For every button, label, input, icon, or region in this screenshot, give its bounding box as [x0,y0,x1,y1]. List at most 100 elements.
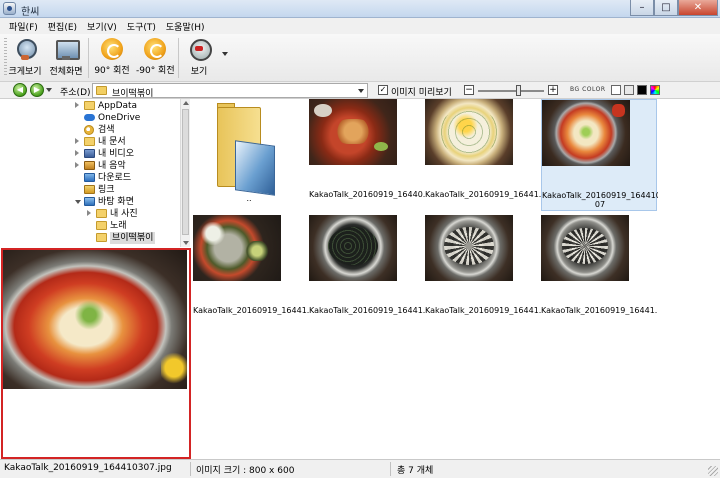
tree-item-label: 내 음악 [98,161,126,171]
zoom-in-button[interactable]: + [548,85,558,95]
tree-item[interactable]: 내 비디오 [0,148,180,160]
zoom-view-button[interactable]: 크게보기 [8,37,42,79]
slider-knob[interactable] [515,85,521,96]
download-icon [84,173,95,182]
toolbar-grip[interactable] [4,38,7,76]
tree-item-label: AppData [98,101,138,111]
window-controls: – □ ✕ [630,0,718,17]
bg-swatch-white[interactable] [611,85,621,95]
thumbnail-image [309,215,397,281]
history-dropdown-icon[interactable] [46,88,52,92]
thumbnail-item[interactable]: KakaoTalk_20160919_16441... [541,215,657,327]
scroll-thumb[interactable] [182,109,189,235]
image-preview-checkbox[interactable]: ✓ [378,85,388,95]
collapsed-arrow-icon[interactable] [87,210,91,216]
tree-item[interactable]: 링크 [0,184,180,196]
scroll-up-icon[interactable] [183,101,189,105]
folder-icon [217,103,275,196]
bg-swatch-black[interactable] [637,85,647,95]
thumbnail-image [425,99,513,165]
thumbnail-item[interactable]: KakaoTalk_20160919_16441... [425,215,541,327]
status-image-size: 이미지 크기 : 800 x 600 [196,466,295,476]
thumbnail-item[interactable]: KakaoTalk_20160919_16441... [425,99,541,211]
tree-item[interactable]: 검색 [0,124,180,136]
title-bar: 한씨 – □ ✕ [0,0,720,18]
bg-swatch-gray[interactable] [624,85,634,95]
address-value: 브이떡볶이 [112,89,154,99]
back-button[interactable]: ◀ [13,83,27,97]
video-icon [84,149,95,158]
tree-item[interactable]: AppData [0,100,180,112]
collapsed-arrow-icon[interactable] [75,150,79,156]
thumbnail-caption: KakaoTalk_20160919_16440... [309,190,425,199]
resize-grip-icon[interactable] [708,466,718,476]
thumbnail-parent-folder[interactable]: .. [191,99,307,211]
tree-item[interactable]: 브이떡볶이 [0,232,180,244]
tree-item-label: 노래 [110,221,127,231]
rotate-cw-label: 90° 회전 [94,66,130,76]
desktop-icon [84,197,95,206]
collapsed-arrow-icon[interactable] [75,138,79,144]
status-separator [190,462,191,476]
thumbnail-item[interactable]: KakaoTalk_20160919_16441... [193,215,309,327]
view-label: 보기 [190,67,208,77]
thumbnail-caption: .. [246,194,252,203]
link-icon [84,185,95,194]
fullscreen-icon [53,37,80,61]
close-button[interactable]: ✕ [678,0,718,16]
menu-edit[interactable]: 편집(E) [43,18,82,34]
expanded-arrow-icon[interactable] [75,200,81,204]
toolbar-separator [88,38,89,78]
thumbnail-item[interactable]: KakaoTalk_20160919_16440... [309,99,425,211]
tree-scrollbar[interactable] [180,99,190,247]
zoom-view-label: 크게보기 [8,67,42,77]
view-dropdown-arrow-icon[interactable] [222,52,228,56]
tree-item[interactable]: 내 사진 [0,208,180,220]
forward-button[interactable]: ▶ [30,83,44,97]
tree-item[interactable]: 바탕 화면 [0,196,180,208]
thumbnail-size-slider[interactable] [478,90,544,92]
collapsed-arrow-icon[interactable] [75,162,79,168]
tree-item[interactable]: 다운로드 [0,172,180,184]
image-preview-label: 이미지 미리보기 [391,88,452,98]
address-combobox[interactable]: 브이떡볶이 [92,83,368,99]
tree-item[interactable]: OneDrive [0,112,180,124]
view-button[interactable]: 보기 [184,37,214,79]
toolbar-separator [178,38,179,78]
bg-swatch-custom[interactable] [650,85,660,95]
menu-help[interactable]: 도움말(H) [161,18,210,34]
music-icon [84,161,95,170]
fullscreen-button[interactable]: 전체화면 [48,37,84,79]
collapsed-arrow-icon[interactable] [75,102,79,108]
tree-item-label: 링크 [98,185,115,195]
rotate-cw-button[interactable]: 90° 회전 [94,37,130,79]
thumbnail-caption: KakaoTalk_20160919_16441... [541,306,657,315]
view-icon [186,37,212,61]
minimize-button[interactable]: – [630,0,654,16]
cloud-icon [84,114,95,121]
rotate-ccw-button[interactable]: -90° 회전 [136,37,175,79]
search-icon [84,125,94,135]
menu-view[interactable]: 보기(V) [82,18,122,34]
thumbnail-item[interactable]: KakaoTalk_20160919_16441... [309,215,425,327]
thumbnail-item-selected[interactable]: KakaoTalk_20160919_1644103 07 [541,99,658,211]
status-bar: KakaoTalk_20160919_164410307.jpg 이미지 크기 … [0,459,720,478]
folder-icon [96,221,107,230]
toolbar: 크게보기 전체화면 90° 회전 -90° 회전 보기 [0,34,720,82]
scroll-down-icon[interactable] [183,241,189,245]
fullscreen-label: 전체화면 [49,67,83,77]
maximize-button[interactable]: □ [654,0,678,16]
thumbnail-caption: KakaoTalk_20160919_16441... [193,306,309,315]
folder-icon [96,233,107,242]
address-label: 주소(D) [60,88,91,98]
tree-item[interactable]: 내 음악 [0,160,180,172]
menu-tools[interactable]: 도구(T) [122,18,161,34]
menu-file[interactable]: 파일(F) [4,18,43,34]
tree-item[interactable]: 내 문서 [0,136,180,148]
zoom-out-button[interactable]: − [464,85,474,95]
tree-item-label: 바탕 화면 [98,197,134,207]
chevron-down-icon[interactable] [358,89,364,93]
tree-item[interactable]: 노래 [0,220,180,232]
bg-color-label: BG COLOR [570,86,606,93]
image-preview-pane [1,248,191,459]
